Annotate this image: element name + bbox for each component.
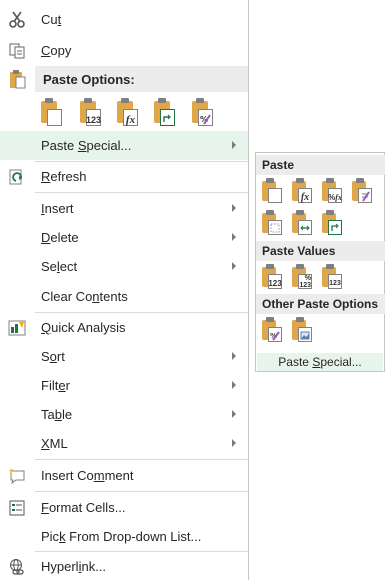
submenu-arrow-icon xyxy=(232,381,236,389)
insert-comment-icon xyxy=(7,466,27,486)
refresh-icon xyxy=(7,167,27,187)
separator xyxy=(35,192,248,193)
menu-item-label: Refresh xyxy=(41,169,87,184)
menu-item-label: Filter xyxy=(41,378,70,393)
menu-item-format-cells[interactable]: Format Cells... xyxy=(0,493,248,522)
menu-item-label: Table xyxy=(41,407,73,422)
menu-item-label: Copy xyxy=(41,43,72,58)
submenu-header-paste: Paste xyxy=(256,155,385,175)
menu-item-insert-comment[interactable]: Insert Comment xyxy=(0,461,248,490)
values-number-format-icon[interactable]: % 123 xyxy=(290,264,314,291)
paste-picture-icon[interactable] xyxy=(290,317,314,344)
menu-item-label: Quick Analysis xyxy=(41,320,126,335)
menu-item-label: XML xyxy=(41,436,68,451)
menu-item-label: Sort xyxy=(41,349,65,364)
menu-item-label: Clear Contents xyxy=(41,289,128,304)
menu-item-label: Cut xyxy=(41,12,62,27)
paste-options-header: Paste Options: xyxy=(35,66,248,92)
submenu-header-other-paste-options: Other Paste Options xyxy=(256,294,385,314)
submenu-arrow-icon xyxy=(232,262,236,270)
paste-values-icon[interactable]: 123 xyxy=(260,264,284,291)
submenu-arrow-icon xyxy=(232,352,236,360)
submenu-paste-special-button[interactable]: Paste Special... xyxy=(257,353,383,371)
paste-icon[interactable] xyxy=(260,178,284,205)
context-menu: Cut Copy Paste Options: 123 fx % Paste S… xyxy=(0,0,249,580)
menu-item-filter[interactable]: Filter xyxy=(0,371,248,400)
hyperlink-icon xyxy=(7,557,27,577)
menu-item-copy[interactable]: Copy xyxy=(0,36,248,65)
menu-item-delete[interactable]: Delete xyxy=(0,223,248,252)
submenu-arrow-icon xyxy=(232,233,236,241)
paste-formatting-icon[interactable]: % xyxy=(189,98,215,128)
submenu-arrow-icon xyxy=(232,204,236,212)
menu-item-quick-analysis[interactable]: Quick Analysis xyxy=(0,313,248,342)
paste-formulas-icon[interactable]: fx xyxy=(290,178,314,205)
keep-column-widths-icon[interactable] xyxy=(290,210,314,237)
paste-special-submenu: Paste fx % fx Paste Values 123 % 123 123 O… xyxy=(255,152,385,372)
clipboard-icon xyxy=(7,69,27,89)
submenu-header-paste-values: Paste Values xyxy=(256,241,385,261)
menu-item-cut[interactable]: Cut xyxy=(0,5,248,34)
values-source-formatting-icon[interactable]: 123 xyxy=(320,264,344,291)
paste-transpose-icon[interactable] xyxy=(151,98,177,128)
paste-formulas-number-format-icon[interactable]: % fx xyxy=(320,178,344,205)
menu-item-clear-contents[interactable]: Clear Contents xyxy=(0,282,248,311)
scissors-icon xyxy=(7,10,27,30)
menu-item-refresh[interactable]: Refresh xyxy=(0,162,248,191)
paste-formulas-icon[interactable]: fx xyxy=(114,98,140,128)
paste-formatting-icon[interactable]: % xyxy=(260,317,284,344)
menu-item-label: Insert Comment xyxy=(41,468,134,483)
menu-item-sort[interactable]: Sort xyxy=(0,342,248,371)
menu-item-label: Paste Special... xyxy=(41,138,132,153)
menu-item-insert[interactable]: Insert xyxy=(0,194,248,223)
menu-item-table[interactable]: Table xyxy=(0,400,248,429)
menu-item-label: Delete xyxy=(41,230,79,245)
no-borders-icon[interactable] xyxy=(260,210,284,237)
menu-item-label: Pick From Drop-down List... xyxy=(41,529,202,544)
separator xyxy=(35,491,248,492)
transpose-icon[interactable] xyxy=(320,210,344,237)
menu-item-label: Select xyxy=(41,259,78,274)
menu-item-xml[interactable]: XML xyxy=(0,429,248,458)
separator xyxy=(35,459,248,460)
submenu-arrow-icon xyxy=(232,410,236,418)
copy-icon xyxy=(7,41,27,61)
menu-item-label: Format Cells... xyxy=(41,500,126,515)
submenu-arrow-icon xyxy=(232,439,236,447)
menu-item-label: Insert xyxy=(41,201,74,216)
menu-item-paste-special[interactable]: Paste Special... xyxy=(0,131,248,160)
quick-analysis-icon xyxy=(7,318,27,338)
paste-icon[interactable] xyxy=(38,98,64,128)
submenu-arrow-icon xyxy=(232,141,236,149)
keep-source-formatting-icon[interactable] xyxy=(350,178,374,205)
menu-item-select[interactable]: Select xyxy=(0,252,248,281)
menu-item-pick-from-list[interactable]: Pick From Drop-down List... xyxy=(0,522,248,551)
menu-item-label: Hyperlink... xyxy=(41,559,107,574)
format-cells-icon xyxy=(7,498,27,518)
menu-item-hyperlink[interactable]: Hyperlink... xyxy=(0,552,248,581)
paste-values-icon[interactable]: 123 xyxy=(77,98,103,128)
